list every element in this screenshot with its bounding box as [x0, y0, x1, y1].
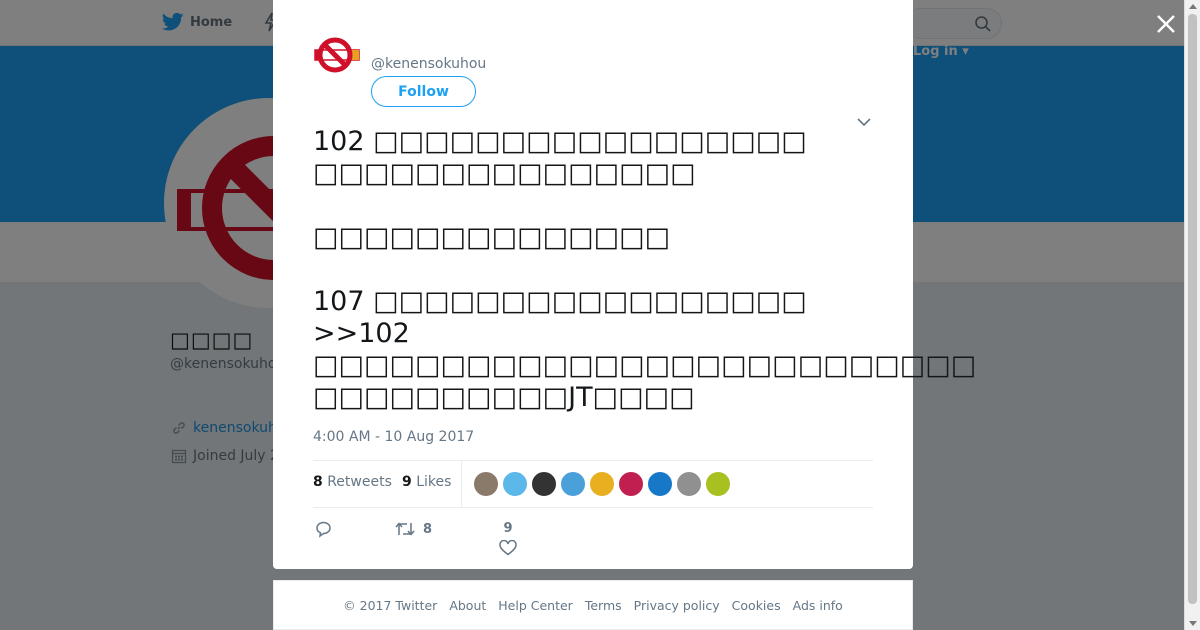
footer-cookies-link[interactable]: Cookies: [732, 598, 781, 613]
reply-button[interactable]: [315, 521, 333, 538]
follow-button[interactable]: Follow: [371, 76, 476, 107]
reply-icon: [316, 521, 331, 538]
liker-avatar[interactable]: [502, 471, 528, 497]
scroll-up-arrow[interactable]: [1189, 4, 1197, 9]
footer: © 2017 Twitter About Help Center Terms P…: [273, 580, 913, 630]
tweet-line: 102 □□□□□□□□□□□□□□□□□: [313, 126, 807, 157]
scrollbar-thumb[interactable]: [1188, 14, 1197, 604]
retweets-count: 8: [313, 474, 323, 490]
liker-avatars: [473, 471, 731, 497]
liker-avatar[interactable]: [531, 471, 557, 497]
liker-avatar[interactable]: [589, 471, 615, 497]
liker-avatar[interactable]: [676, 471, 702, 497]
heart-icon: [499, 540, 517, 556]
liker-avatar[interactable]: [618, 471, 644, 497]
tweet-line: 107 □□□□□□□□□□□□□□□□□: [313, 286, 807, 317]
footer-about-link[interactable]: About: [449, 598, 486, 613]
retweets-label: Retweets: [327, 474, 392, 490]
tweet-line-break: [313, 190, 873, 222]
likes-stat[interactable]: 9 Likes: [402, 474, 451, 490]
liker-avatar[interactable]: [647, 471, 673, 497]
no-smoking-icon: [314, 37, 360, 73]
tweet-modal: @kenensokuhou Follow 102 □□□□□□□□□□□□□□□…: [273, 0, 977, 569]
retweet-count: 8: [423, 521, 433, 537]
tweet-line-break: [313, 254, 873, 286]
retweets-stat[interactable]: 8 Retweets: [313, 474, 392, 490]
close-icon: [1157, 15, 1175, 33]
footer-help-link[interactable]: Help Center: [498, 598, 573, 613]
tweet-stats: 8 Retweets 9 Likes: [313, 460, 873, 508]
tweet-author-avatar[interactable]: [313, 36, 361, 76]
tweet-timestamp[interactable]: 4:00 AM - 10 Aug 2017: [313, 429, 474, 445]
liker-avatar[interactable]: [705, 471, 731, 497]
likes-count: 9: [402, 474, 412, 490]
liker-avatar[interactable]: [560, 471, 586, 497]
tweet-line: □□□□□□□□□□□□□□: [313, 222, 671, 253]
like-count: 9: [503, 521, 513, 536]
stats-divider: [461, 461, 462, 507]
tweet-actions: 8 9: [313, 515, 873, 565]
retweet-button[interactable]: 8: [395, 521, 432, 537]
footer-privacy-link[interactable]: Privacy policy: [634, 598, 720, 613]
tweet-author-handle[interactable]: @kenensokuhou: [371, 56, 486, 72]
liker-avatar[interactable]: [473, 471, 499, 497]
close-modal-button[interactable]: [1152, 10, 1180, 38]
tweet-line: □□□□□□□□□□JT□□□□: [313, 382, 695, 413]
tweet-line: >>102: [313, 318, 410, 349]
tweet-line: □□□□□□□□□□□□□□□□□□□□□□□□□□: [313, 350, 977, 381]
like-button[interactable]: 9: [499, 521, 517, 556]
retweet-icon: [395, 522, 415, 536]
likes-label: Likes: [416, 474, 452, 490]
scroll-down-arrow[interactable]: [1189, 621, 1197, 626]
footer-ads-link[interactable]: Ads info: [793, 598, 843, 613]
footer-copyright: © 2017 Twitter: [343, 597, 438, 613]
page-scrollbar[interactable]: [1184, 0, 1200, 630]
tweet-text: 102 □□□□□□□□□□□□□□□□□ □□□□□□□□□□□□□□□ □□…: [313, 126, 977, 414]
footer-terms-link[interactable]: Terms: [585, 598, 622, 613]
tweet-line: □□□□□□□□□□□□□□□: [313, 158, 696, 189]
